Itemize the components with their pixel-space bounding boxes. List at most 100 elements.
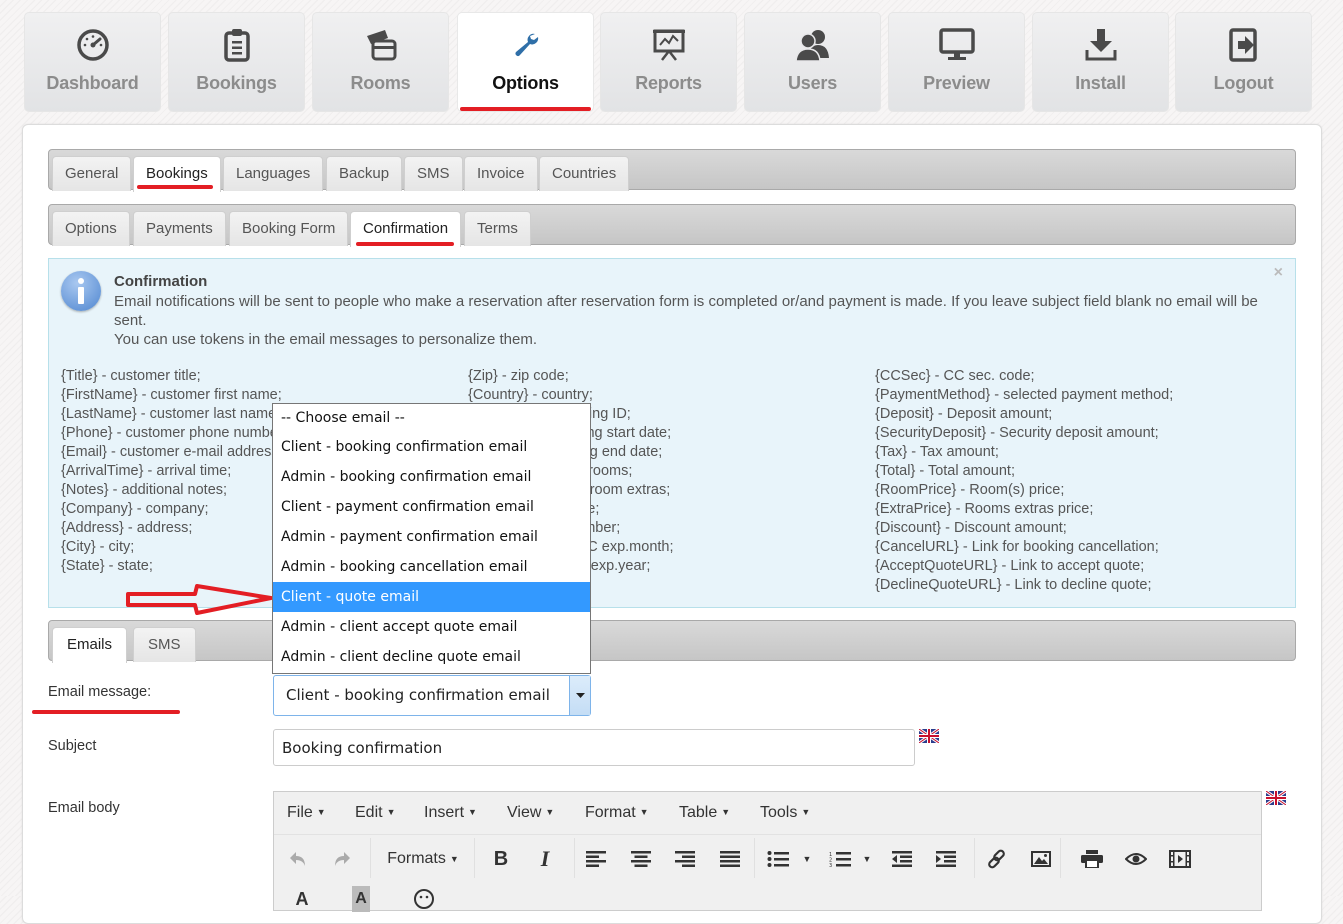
- email-body-label: Email body: [48, 800, 120, 816]
- tab-countries[interactable]: Countries: [539, 156, 630, 191]
- active-subtab-underline: [356, 242, 454, 246]
- menu-insert[interactable]: Insert ▼: [424, 804, 477, 822]
- caret-down-icon[interactable]: ▼: [800, 846, 814, 872]
- token-item: {SecurityDeposit} - Security deposit amo…: [875, 425, 1159, 441]
- indent-icon[interactable]: [934, 846, 958, 872]
- chevron-down-icon[interactable]: [569, 676, 590, 715]
- align-left-icon[interactable]: [584, 846, 608, 872]
- token-item: {ArrivalTime} - arrival time;: [61, 463, 232, 479]
- caret-down-icon: ▼: [721, 807, 731, 817]
- menu-table[interactable]: Table ▼: [679, 804, 730, 822]
- caret-down-icon: ▼: [468, 807, 477, 817]
- numbered-list-icon[interactable]: 123: [828, 846, 852, 872]
- formats-dropdown[interactable]: Formats ▼: [382, 846, 464, 872]
- subtab-payments[interactable]: Payments: [133, 211, 226, 246]
- nav-reports[interactable]: Reports: [600, 12, 737, 112]
- tab-languages[interactable]: Languages: [223, 156, 324, 191]
- print-icon[interactable]: [1080, 846, 1104, 872]
- editor-menubar: File ▼ Edit ▼ Insert ▼ View ▼ Format ▼ Table ▼…: [274, 792, 1261, 835]
- dropdown-option[interactable]: Client - quote email: [273, 582, 590, 612]
- nav-bookings[interactable]: Bookings: [168, 12, 305, 112]
- bold-icon[interactable]: B: [490, 846, 512, 872]
- image-icon[interactable]: [1029, 846, 1053, 872]
- dropdown-option[interactable]: Client - payment confirmation email: [273, 492, 590, 522]
- italic-icon[interactable]: I: [534, 846, 556, 872]
- preview-eye-icon[interactable]: [1124, 846, 1148, 872]
- text-color-icon[interactable]: A: [292, 886, 312, 912]
- caret-down-icon[interactable]: ▼: [860, 846, 874, 872]
- emoticon-icon[interactable]: [412, 886, 436, 912]
- nav-label: Preview: [923, 73, 990, 93]
- align-center-icon[interactable]: [629, 846, 653, 872]
- nav-label: Users: [787, 73, 838, 93]
- dropdown-option[interactable]: Admin - payment confirmation email: [273, 522, 590, 552]
- email-body-editor[interactable]: File ▼ Edit ▼ Insert ▼ View ▼ Format ▼ Table ▼…: [273, 791, 1262, 912]
- menu-view[interactable]: View ▼: [507, 804, 554, 822]
- menu-format[interactable]: Format ▼: [585, 804, 649, 822]
- redo-icon[interactable]: [330, 846, 354, 872]
- close-icon[interactable]: ×: [1274, 264, 1283, 282]
- email-message-select[interactable]: Client - booking confirmation email: [273, 675, 591, 716]
- nav-options[interactable]: Options: [457, 12, 594, 112]
- menu-file[interactable]: File ▼: [287, 804, 326, 822]
- subtab-terms[interactable]: Terms: [464, 211, 531, 246]
- credit-cards-icon: [313, 27, 448, 63]
- toolbar-separator: [574, 838, 575, 878]
- outdent-icon[interactable]: [890, 846, 914, 872]
- nav-install[interactable]: Install: [1032, 12, 1169, 112]
- subtab-booking-form[interactable]: Booking Form: [229, 211, 349, 246]
- dropdown-option[interactable]: Admin - booking confirmation email: [273, 462, 590, 492]
- tab-sms-messages[interactable]: SMS: [133, 627, 196, 662]
- dropdown-option[interactable]: -- Choose email --: [273, 404, 590, 432]
- tab-invoice[interactable]: Invoice: [464, 156, 538, 191]
- menu-label: Tools: [760, 804, 798, 821]
- caret-down-icon: ▼: [449, 854, 459, 864]
- active-tab-underline: [137, 185, 213, 189]
- nav-label: Bookings: [196, 73, 277, 93]
- tab-general[interactable]: General: [52, 156, 132, 191]
- align-justify-icon[interactable]: [718, 846, 742, 872]
- token-item: {Phone} - customer phone number;: [61, 425, 287, 441]
- link-icon[interactable]: [985, 846, 1009, 872]
- undo-icon[interactable]: [286, 846, 310, 872]
- token-item: {PaymentMethod} - selected payment metho…: [875, 387, 1174, 403]
- uk-flag-icon[interactable]: [1266, 791, 1286, 805]
- info-box: Confirmation Email notifications will be…: [48, 258, 1296, 608]
- token-item: {Total} - Total amount;: [875, 463, 1015, 479]
- token-item: {Title} - customer title;: [61, 368, 201, 384]
- nav-label: Logout: [1213, 73, 1274, 93]
- token-item: {RoomPrice} - Room(s) price;: [875, 482, 1065, 498]
- nav-label: Options: [492, 73, 559, 93]
- dropdown-option[interactable]: Admin - client decline quote email: [273, 642, 590, 672]
- dropdown-option[interactable]: Admin - client accept quote email: [273, 612, 590, 642]
- dropdown-option[interactable]: Admin - booking cancellation email: [273, 552, 590, 582]
- menu-tools[interactable]: Tools ▼: [760, 804, 810, 822]
- tab-sms[interactable]: SMS: [404, 156, 463, 191]
- bullet-list-icon[interactable]: [766, 846, 790, 872]
- media-icon[interactable]: [1168, 846, 1192, 872]
- nav-dashboard[interactable]: Dashboard: [24, 12, 161, 112]
- token-item: {AcceptQuoteURL} - Link to accept quote;: [875, 558, 1145, 574]
- nav-logout[interactable]: Logout: [1175, 12, 1312, 112]
- token-item: {Tax} - Tax amount;: [875, 444, 999, 460]
- select-value: Client - booking confirmation email: [286, 686, 550, 704]
- nav-rooms[interactable]: Rooms: [312, 12, 449, 112]
- subtab-options[interactable]: Options: [52, 211, 130, 246]
- dropdown-option[interactable]: Client - booking confirmation email: [273, 432, 590, 462]
- annotation-arrow-icon: [126, 584, 273, 615]
- nav-users[interactable]: Users: [744, 12, 881, 112]
- background-color-icon[interactable]: A: [352, 886, 370, 912]
- menu-edit[interactable]: Edit ▼: [355, 804, 396, 822]
- message-tabbar: Emails SMS: [48, 620, 1296, 663]
- tab-emails[interactable]: Emails: [52, 627, 128, 663]
- uk-flag-icon[interactable]: [919, 729, 939, 743]
- subject-input[interactable]: Booking confirmation: [273, 729, 915, 766]
- nav-preview[interactable]: Preview: [888, 12, 1025, 112]
- users-icon: [745, 27, 880, 63]
- token-item: {Notes} - additional notes;: [61, 482, 228, 498]
- token-item: {CCSec} - CC sec. code;: [875, 368, 1035, 384]
- token-item: {ExtraPrice} - Rooms extras price;: [875, 501, 1094, 517]
- align-right-icon[interactable]: [673, 846, 697, 872]
- tab-backup[interactable]: Backup: [326, 156, 403, 191]
- email-options-dropdown[interactable]: -- Choose email -- Client - booking confi…: [272, 403, 591, 674]
